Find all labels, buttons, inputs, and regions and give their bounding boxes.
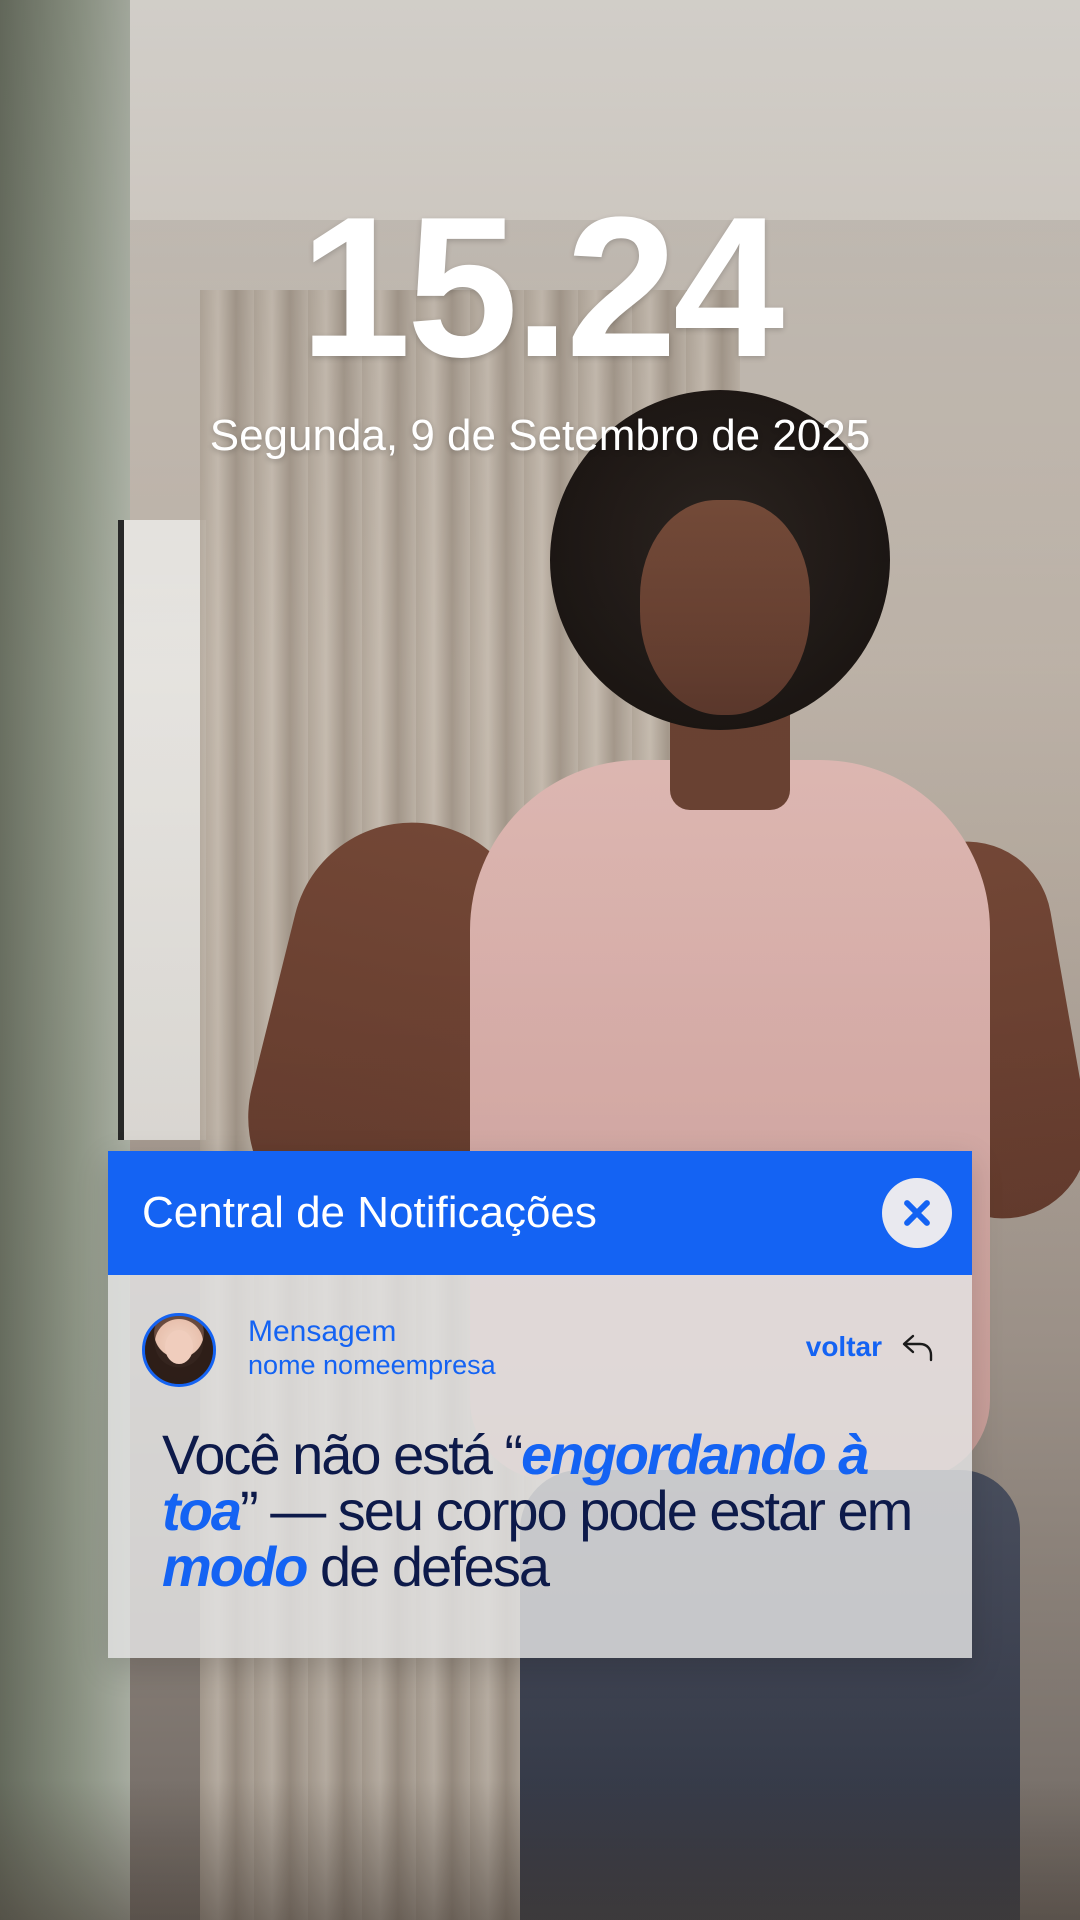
notification-center-card: Central de Notificações Mensagem nome no…: [108, 1151, 972, 1658]
notification-title: Central de Notificações: [142, 1188, 597, 1237]
headline-part-3: de defesa: [306, 1535, 550, 1598]
notification-headline: Você não está “engordando à toa” — seu c…: [162, 1427, 942, 1595]
lockscreen-date: Segunda, 9 de Setembro de 2025: [209, 411, 871, 460]
close-icon: [904, 1200, 930, 1226]
sender-name: nome nomeempresa: [248, 1350, 496, 1380]
back-button[interactable]: voltar: [806, 1327, 938, 1367]
reply-arrow-icon: [902, 1334, 933, 1362]
message-row: Mensagem nome nomeempresa voltar: [108, 1275, 972, 1425]
back-label: voltar: [805, 1331, 882, 1362]
avatar: [142, 1313, 216, 1387]
headline-part-1: Você não está “: [162, 1423, 523, 1486]
headline-part-2: ” — seu corpo pode estar em: [240, 1479, 913, 1542]
notification-header: Central de Notificações: [108, 1151, 972, 1275]
lock-screen: 15.24 Segunda, 9 de Setembro de 2025 Cen…: [0, 0, 1080, 1920]
close-button[interactable]: [882, 1178, 952, 1248]
sender-block: Mensagem nome nomeempresa: [248, 1315, 496, 1381]
lockscreen-clock: 15.24: [299, 176, 785, 399]
headline-emphasis-2: modo: [162, 1535, 308, 1598]
message-label: Mensagem: [248, 1315, 397, 1348]
